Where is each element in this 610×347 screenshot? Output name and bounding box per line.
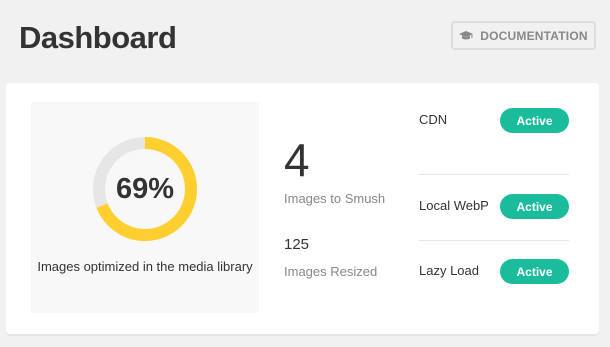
feature-row-lazy-load: Lazy Load Active [419,241,569,307]
feature-row-cdn: CDN Active [419,108,569,175]
optimization-donut: 69% [92,136,198,242]
status-badge: Active [500,108,569,133]
documentation-button[interactable]: DOCUMENTATION [451,21,596,50]
page-title: Dashboard [19,20,177,55]
status-badge: Active [500,194,569,219]
summary-card: 69% Images optimized in the media librar… [6,83,599,334]
status-badge: Active [500,259,569,284]
images-resized-label: Images Resized [284,264,378,279]
feature-label: CDN [419,112,448,127]
graduation-cap-icon [459,30,474,41]
feature-label: Lazy Load [419,263,479,278]
images-resized-count: 125 [284,236,310,253]
feature-row-local-webp: Local WebP Active [419,175,569,241]
feature-status-list: CDN Active Local WebP Active Lazy Load A… [419,108,569,307]
feature-label: Local WebP [419,198,489,213]
images-to-smush-label: Images to Smush [284,191,386,206]
images-to-smush-count: 4 [284,134,310,186]
score-panel: 69% Images optimized in the media librar… [31,102,259,313]
optimization-percent: 69% [115,172,175,205]
optimization-caption: Images optimized in the media library [37,259,253,274]
documentation-label: DOCUMENTATION [480,28,588,43]
